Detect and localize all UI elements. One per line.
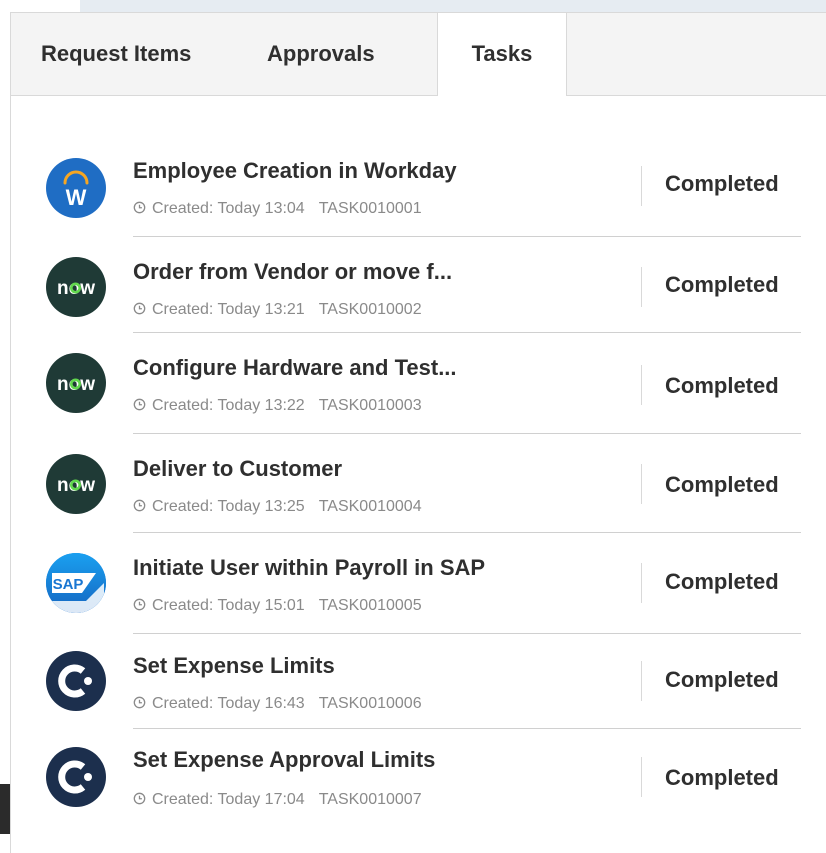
status-label: Completed — [665, 472, 779, 497]
workday-logo-letter: W — [66, 185, 87, 210]
workday-logo-icon: W — [46, 158, 106, 218]
status-label: Completed — [665, 765, 779, 790]
task-row[interactable]: now Configure Hardware and Test... Creat… — [11, 333, 811, 434]
concur-logo-icon — [46, 651, 106, 711]
task-number: TASK0010006 — [318, 695, 422, 712]
task-title[interactable]: Set Expense Limits — [133, 653, 335, 679]
created-time: Created: Today 13:21 — [152, 301, 305, 318]
task-meta: Created: Today 17:04 TASK0010007 — [133, 791, 422, 809]
clock-icon — [133, 201, 146, 214]
created-time: Created: Today 17:04 — [152, 791, 305, 808]
servicenow-logo-text: now — [57, 278, 95, 299]
task-number: TASK0010003 — [318, 397, 422, 414]
servicenow-logo-icon: now — [46, 454, 106, 514]
task-row[interactable]: W Employee Creation in Workday Created: … — [11, 133, 811, 237]
task-number: TASK0010007 — [318, 791, 422, 808]
task-meta: Created: Today 16:43 TASK0010006 — [133, 695, 422, 713]
task-meta: Created: Today 15:01 TASK0010005 — [133, 597, 422, 615]
status-separator — [641, 661, 642, 701]
concur-logo-icon — [46, 747, 106, 807]
created-time: Created: Today 13:22 — [152, 397, 305, 414]
task-meta: Created: Today 13:25 TASK0010004 — [133, 498, 422, 516]
status-separator — [641, 563, 642, 603]
created-time: Created: Today 15:01 — [152, 597, 305, 614]
task-title[interactable]: Order from Vendor or move f... — [133, 259, 452, 285]
servicenow-logo-text: now — [57, 475, 95, 496]
created-time: Created: Today 13:04 — [152, 200, 305, 217]
task-title[interactable]: Employee Creation in Workday — [133, 158, 457, 184]
tab-tasks[interactable]: Tasks — [437, 13, 567, 96]
status-label: Completed — [665, 373, 779, 398]
task-row[interactable]: now Deliver to Customer Created: Today 1… — [11, 434, 811, 533]
clock-icon — [133, 598, 146, 611]
status-separator — [641, 166, 642, 206]
status-separator — [641, 365, 642, 405]
sap-logo-text: SAP — [53, 576, 84, 593]
task-row[interactable]: SAP Initiate User within Payroll in SAP … — [11, 533, 811, 634]
task-number: TASK0010005 — [318, 597, 422, 614]
tab-bar: Request Items Approvals Tasks — [11, 13, 826, 96]
task-list: W Employee Creation in Workday Created: … — [11, 133, 811, 808]
created-time: Created: Today 13:25 — [152, 498, 305, 515]
created-time: Created: Today 16:43 — [152, 695, 305, 712]
status-label: Completed — [665, 569, 779, 594]
tab-approvals[interactable]: Approvals — [267, 13, 387, 95]
clock-icon — [133, 696, 146, 709]
servicenow-logo-text: now — [57, 374, 95, 395]
task-number: TASK0010004 — [318, 498, 422, 515]
task-row[interactable]: Set Expense Approval Limits Created: Tod… — [11, 729, 811, 828]
task-title[interactable]: Configure Hardware and Test... — [133, 355, 457, 381]
tasks-panel: Request Items Approvals Tasks W Employee… — [10, 12, 826, 853]
task-row[interactable]: Set Expense Limits Created: Today 16:43 T… — [11, 633, 811, 732]
task-title[interactable]: Deliver to Customer — [133, 456, 342, 482]
status-label: Completed — [665, 667, 779, 692]
task-title[interactable]: Set Expense Approval Limits — [133, 747, 435, 773]
task-number: TASK0010002 — [318, 301, 422, 318]
servicenow-logo-icon: now — [46, 257, 106, 317]
servicenow-logo-icon: now — [46, 353, 106, 413]
status-separator — [641, 267, 642, 307]
clock-icon — [133, 398, 146, 411]
status-label: Completed — [665, 171, 779, 196]
tab-request-items[interactable]: Request Items — [41, 13, 221, 95]
status-separator — [641, 464, 642, 504]
clock-icon — [133, 499, 146, 512]
task-number: TASK0010001 — [318, 200, 422, 217]
task-row[interactable]: now Order from Vendor or move f... Creat… — [11, 237, 811, 336]
clock-icon — [133, 302, 146, 315]
task-meta: Created: Today 13:04 TASK0010001 — [133, 200, 422, 218]
task-title[interactable]: Initiate User within Payroll in SAP — [133, 555, 485, 581]
task-meta: Created: Today 13:21 TASK0010002 — [133, 301, 422, 319]
clock-icon — [133, 792, 146, 805]
status-label: Completed — [665, 272, 779, 297]
sap-logo-icon: SAP — [46, 553, 106, 613]
status-separator — [641, 757, 642, 797]
task-meta: Created: Today 13:22 TASK0010003 — [133, 397, 422, 415]
